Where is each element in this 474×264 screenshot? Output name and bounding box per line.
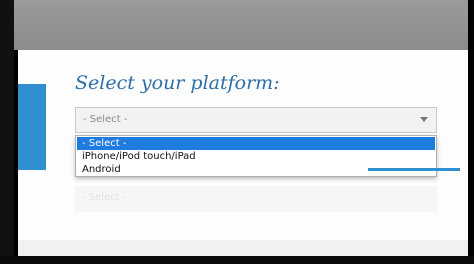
right-dark-edge — [468, 0, 474, 264]
blue-pointer-line — [368, 168, 460, 171]
chevron-down-icon[interactable] — [420, 117, 428, 122]
second-select-value: - Select - — [82, 192, 127, 203]
window-top-bar — [0, 0, 474, 50]
page-title: Select your platform: — [75, 72, 280, 94]
platform-select-value: - Select - — [83, 114, 128, 125]
left-accent-bar — [18, 84, 46, 170]
bottom-dark-edge — [0, 256, 474, 264]
platform-select[interactable]: - Select - — [75, 107, 437, 133]
dropdown-option-iphone[interactable]: iPhone/iPod touch/iPad — [77, 150, 435, 163]
second-select[interactable]: - Select - — [75, 186, 437, 212]
left-dark-edge — [0, 0, 14, 264]
dropdown-option-select[interactable]: - Select - — [77, 137, 435, 150]
